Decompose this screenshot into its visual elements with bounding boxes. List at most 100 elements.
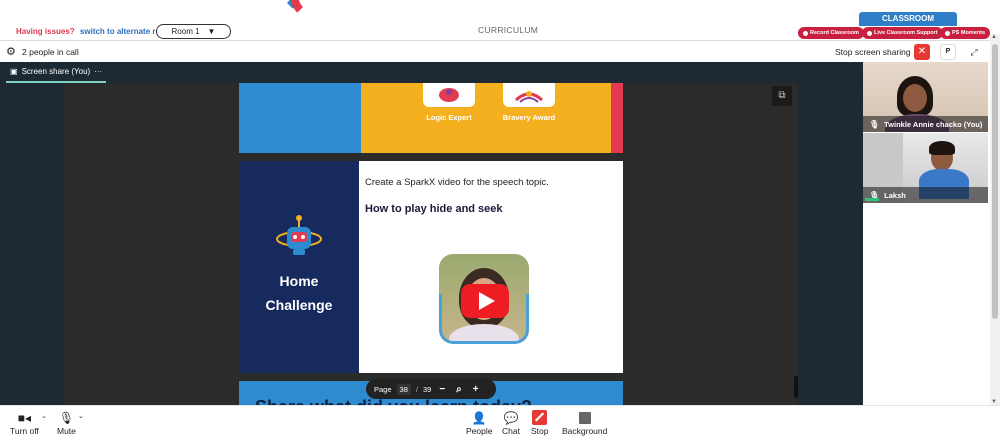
app-window: Having issues? switch to alternate room … (0, 0, 1000, 441)
gear-icon[interactable]: ⚙ (6, 45, 16, 58)
stop-sharing-label: Stop screen sharing (835, 47, 911, 57)
room-select[interactable]: Room 1 ▼ (156, 24, 231, 39)
shared-screen: Logic Expert Bravery Award Home Challeng… (63, 83, 798, 405)
chevron-down-icon[interactable]: ⌄ (41, 412, 47, 420)
chat-bubble-icon: 💬 (503, 411, 519, 425)
participant-hair (929, 141, 955, 155)
participant-name-bar: 🎙 Twinkle Annie chacko (You) (863, 116, 988, 132)
slide-navy-panel: Home Challenge (239, 161, 359, 373)
people-button-label: People (466, 426, 493, 436)
live-support-button[interactable]: Live Classroom Support (862, 27, 943, 39)
microphone-icon: 🎙 (58, 411, 75, 425)
slide-yellow-panel: Logic Expert Bravery Award (361, 83, 611, 153)
screen-share-icon: ▣ (10, 67, 18, 76)
background-icon (578, 412, 591, 424)
participant-tile[interactable]: 🎙 Laksh (863, 133, 988, 203)
record-classroom-button[interactable]: Record Classroom (798, 27, 864, 39)
home-challenge-title-line1: Home (279, 273, 319, 289)
logic-expert-badge (423, 83, 475, 107)
classroom-badge[interactable]: CLASSROOM (859, 12, 957, 26)
bravery-award-badge (503, 83, 555, 107)
caret-down-icon: ▼ (207, 27, 216, 36)
participant-name: Laksh (884, 190, 906, 200)
ps-moments-label: PS Moments (952, 30, 986, 36)
participant-tiles: 🎙 Twinkle Annie chacko (You) 🎙 Laksh (863, 62, 988, 405)
robot-icon (276, 215, 322, 255)
page-total: 39 (422, 384, 432, 394)
mute-button[interactable]: 🎙 Mute ⌄ (57, 410, 84, 436)
slide-home-challenge: Home Challenge Create a SparkX video for… (239, 161, 623, 373)
scroll-up-icon[interactable]: ▲ (991, 34, 997, 40)
top-bar: Having issues? switch to alternate room … (0, 0, 1000, 40)
participant-tile[interactable]: 🎙 Twinkle Annie chacko (You) (863, 62, 988, 132)
bravery-award-icon (514, 91, 544, 103)
popout-icon[interactable]: ⧉ (772, 86, 792, 106)
people-button[interactable]: 👤 People (466, 410, 492, 436)
bottom-toolbar: ■◂ Turn off ⌄ 🎙 Mute ⌄ 👤 People 💬 Chat S… (0, 405, 1000, 441)
live-support-label: Live Classroom Support (874, 30, 938, 36)
issues-notice: Having issues? switch to alternate room (16, 27, 172, 36)
moments-icon (945, 30, 950, 36)
participant-name-bar: 🎙 Laksh (863, 187, 988, 203)
close-icon: ✕ (917, 46, 927, 57)
challenge-instruction: Create a SparkX video for the speech top… (365, 177, 549, 188)
page-separator: / (415, 384, 418, 394)
participant-face (903, 84, 927, 112)
slide-red-edge (611, 83, 623, 153)
stop-sharing-button[interactable]: ✕ (914, 44, 930, 60)
p-button[interactable]: P (940, 44, 956, 60)
room-select-value: Room 1 (171, 27, 200, 36)
background-button-label: Background (562, 426, 608, 436)
meeting-stage: ▣ Screen share (You) ··· Logic Expert Br… (0, 62, 863, 405)
zoom-out-icon[interactable]: − (436, 384, 448, 395)
curriculum-tab[interactable]: CURRICULUM (478, 25, 538, 35)
issues-question: Having issues? (16, 27, 75, 36)
person-icon: 👤 (471, 411, 487, 425)
logic-expert-label: Logic Expert (426, 113, 472, 122)
play-icon[interactable] (461, 284, 509, 318)
more-options-icon[interactable]: ··· (94, 67, 102, 76)
play-triangle (478, 292, 495, 310)
logo-arc-red (290, 0, 340, 20)
slide-awards: Logic Expert Bravery Award (239, 83, 623, 153)
challenge-topic: How to play hide and seek (365, 203, 503, 215)
tab-screen-share[interactable]: ▣ Screen share (You) ··· (6, 62, 107, 83)
mute-button-label: Mute (57, 426, 76, 436)
page-current-input[interactable]: 38 (396, 383, 411, 395)
camera-button[interactable]: ■◂ Turn off ⌄ (10, 410, 47, 436)
page-scrollbar-thumb[interactable] (992, 44, 998, 319)
home-challenge-title: Home Challenge (239, 269, 359, 317)
video-camera-icon: ■◂ (17, 411, 32, 425)
expand-icon[interactable]: ⤢ (966, 44, 982, 60)
record-icon (803, 30, 808, 36)
stage-tab-bar: ▣ Screen share (You) ··· (0, 62, 863, 83)
participant-name: Twinkle Annie chacko (You) (884, 119, 983, 129)
people-count: 2 people in call (22, 47, 79, 57)
microphone-icon: 🎙 (869, 119, 880, 129)
chat-button[interactable]: 💬 Chat (502, 410, 520, 436)
video-thumbnail[interactable] (439, 254, 529, 344)
speaking-indicator (865, 198, 879, 201)
record-classroom-label: Record Classroom (810, 30, 859, 36)
zoom-in-icon[interactable]: + (470, 384, 482, 395)
home-challenge-title-line2: Challenge (265, 297, 333, 313)
background-button[interactable]: Background (562, 410, 607, 436)
bravery-award-label: Bravery Award (502, 113, 556, 122)
camera-button-label: Turn off (10, 426, 39, 436)
page-scrollbar[interactable]: ▲ ▼ (990, 34, 1000, 405)
ps-moments-button[interactable]: PS Moments (940, 27, 991, 39)
page-control: Page 38 / 39 − ⌕ + (366, 379, 496, 399)
stop-share-icon (532, 410, 548, 425)
chat-button-label: Chat (502, 426, 520, 436)
slide-scrollbar[interactable] (794, 376, 798, 398)
call-header: ⚙ 2 people in call Stop screen sharing ✕… (0, 40, 990, 62)
logic-expert-icon (439, 88, 459, 102)
stop-share-button-label: Stop (531, 426, 549, 436)
tab-screen-share-label: Screen share (You) (21, 67, 91, 76)
zoom-search-icon[interactable]: ⌕ (453, 384, 465, 395)
slide-blue-panel (239, 83, 361, 153)
page-label: Page (374, 384, 392, 394)
support-icon (867, 30, 872, 36)
chevron-down-icon[interactable]: ⌄ (78, 412, 84, 420)
stop-share-button[interactable]: Stop (531, 410, 549, 436)
